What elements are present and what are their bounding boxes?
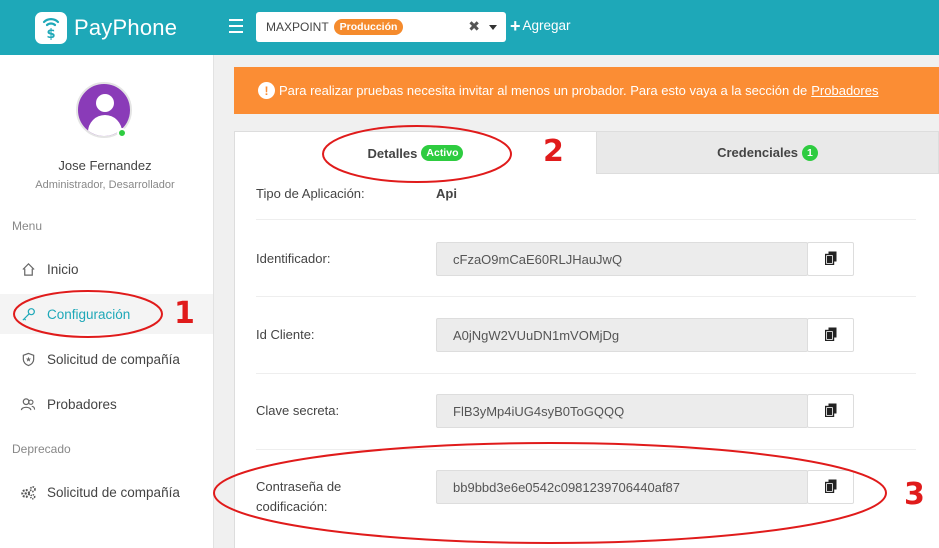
copy-icon [824,403,837,420]
sidebar-item-label: Probadores [47,396,117,412]
plus-icon: + [510,15,521,36]
home-icon [19,260,37,278]
environment-badge: Producción [333,19,404,35]
tab-bar: Detalles Activo Credenciales 1 [234,131,939,174]
menu-section-label: Menu [12,219,43,233]
top-navbar: $ PayPhone MAXPOINT Producción ✖ + Agreg… [0,0,939,55]
brand-name: PayPhone [74,14,178,40]
add-company-button[interactable]: + Agregar [510,15,571,36]
svg-text:$: $ [46,27,55,40]
app-type-label: Tipo de Aplicación: [256,186,365,201]
app-type-value: Api [436,186,457,201]
row-divider [256,296,916,297]
count-badge: 1 [802,144,818,161]
menu-toggle-icon[interactable] [229,19,243,33]
key-icon [19,305,37,323]
copy-icon [824,327,837,344]
sidebar-item-label: Configuración [47,306,131,322]
secret-key-field[interactable]: FlB3yMp4iUG4syB0ToGQQQ [436,394,808,428]
user-role: Administrador, Desarrollador [35,179,175,191]
status-badge: Activo [421,145,464,161]
copy-identifier-button[interactable] [807,242,854,276]
identifier-field[interactable]: cFzaO9mCaE60RLJHauJwQ [436,242,808,276]
users-icon [19,395,37,413]
gears-icon [19,483,37,501]
sidebar-item-probadores[interactable]: Probadores [0,384,213,424]
tab-credenciales[interactable]: Credenciales 1 [597,131,939,174]
details-panel: Tipo de Aplicación: Api Identificador: c… [234,174,939,548]
sidebar-item-inicio[interactable]: Inicio [0,249,213,289]
user-name: Jose Fernandez [58,158,152,173]
row-divider [256,449,916,450]
encoding-password-field[interactable]: bb9bbd3e6e0542c0981239706440af87 [436,470,808,504]
payphone-logo-icon: $ [35,11,67,44]
copy-icon [824,251,837,268]
testers-alert: ! Para realizar pruebas necesita invitar… [234,67,939,114]
copy-icon [824,479,837,496]
company-name: MAXPOINT [266,20,329,34]
copy-client-id-button[interactable] [807,318,854,352]
alert-text: Para realizar pruebas necesita invitar a… [279,83,808,98]
identifier-label: Identificador: [256,251,331,266]
annotation-number-3: 3 [904,477,925,512]
company-select[interactable]: MAXPOINT Producción ✖ [256,12,506,42]
annotation-number-1: 1 [174,296,195,331]
annotation-number-2: 2 [543,134,564,169]
copy-encoding-password-button[interactable] [807,470,854,504]
probadores-link[interactable]: Probadores [811,83,878,98]
deprecated-section-label: Deprecado [12,442,71,456]
shield-icon [19,350,37,368]
copy-secret-key-button[interactable] [807,394,854,428]
client-id-label: Id Cliente: [256,327,315,342]
brand[interactable]: $ PayPhone [0,11,214,44]
client-id-field[interactable]: A0jNgW2VUuDN1mVOMjDg [436,318,808,352]
encoding-password-label-line1: Contraseña de [256,479,342,494]
tab-label: Detalles [367,145,418,161]
row-divider [256,373,916,374]
encoding-password-label-line2: codificación: [256,499,328,514]
secret-key-label: Clave secreta: [256,403,340,418]
online-status-icon [117,128,127,138]
sidebar-item-label: Solicitud de compañía [47,484,180,500]
encoding-password-label: Contraseña de codificación: [256,477,341,517]
sidebar-item-label: Solicitud de compañía [47,351,180,367]
chevron-down-icon[interactable] [489,25,497,30]
tab-label: Credenciales [717,145,799,160]
exclamation-icon: ! [258,82,275,99]
row-divider [256,219,916,220]
sidebar-item-solicitud-deprecated[interactable]: Solicitud de compañía [0,472,213,512]
sidebar-item-solicitud[interactable]: Solicitud de compañía [0,339,213,379]
sidebar-item-label: Inicio [47,261,79,277]
add-label: Agregar [522,18,571,33]
clear-selection-icon[interactable]: ✖ [468,18,480,35]
